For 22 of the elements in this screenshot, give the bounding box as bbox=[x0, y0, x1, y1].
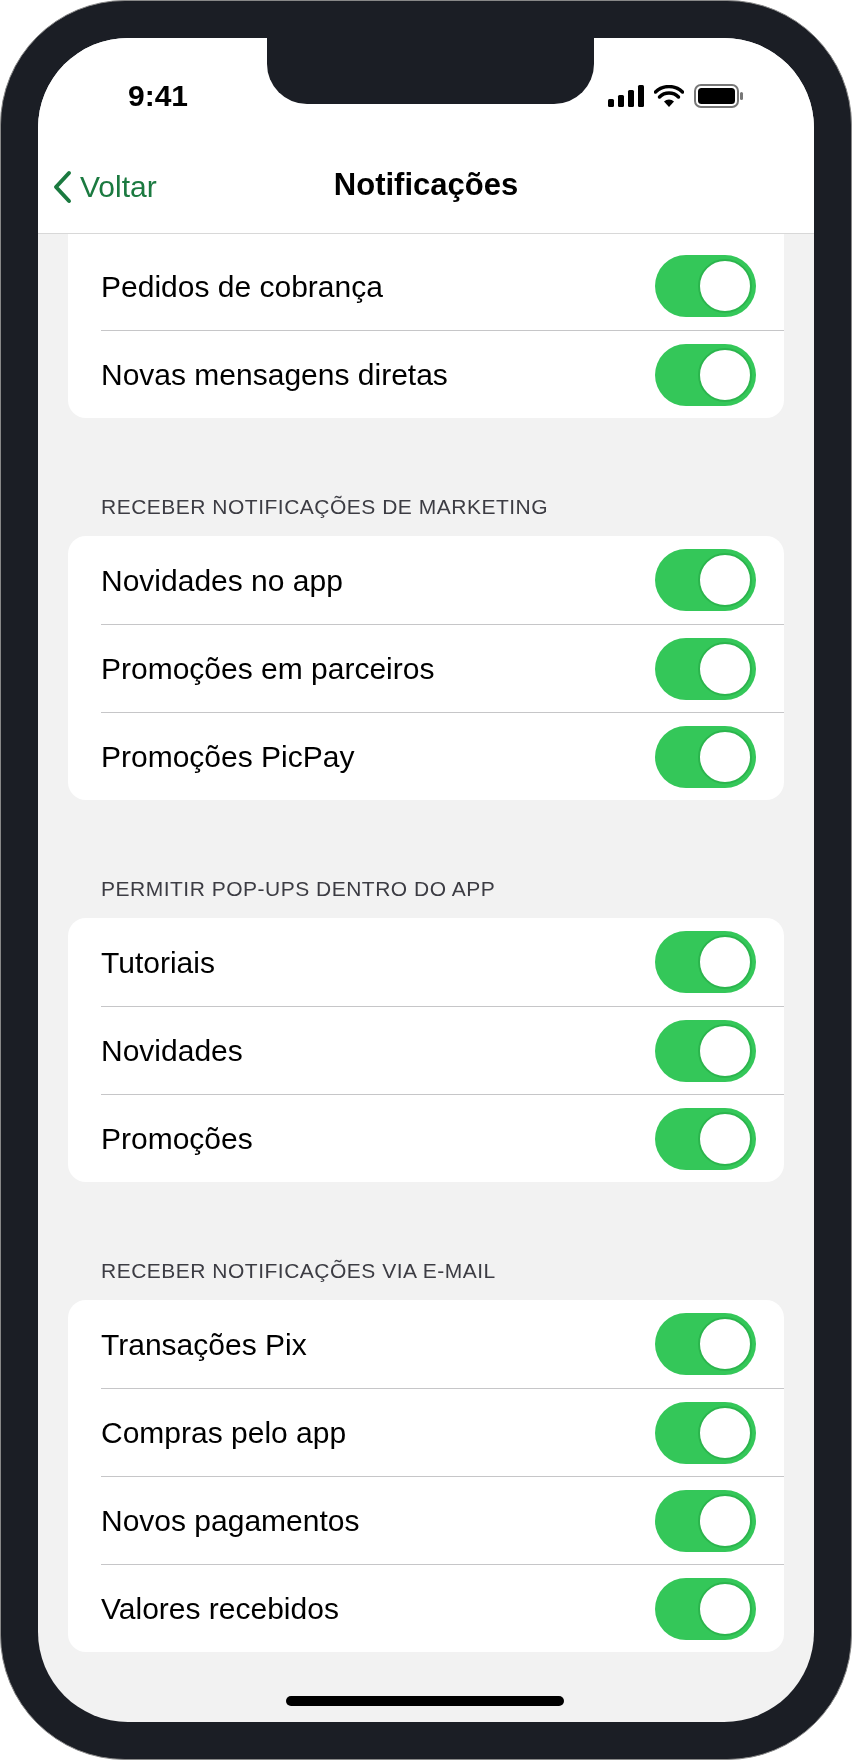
signal-icon bbox=[608, 84, 644, 107]
screen-title: Notificações bbox=[333, 166, 519, 205]
chevron-left-icon bbox=[52, 169, 72, 204]
setting-label: Novidades bbox=[101, 1033, 243, 1069]
setting-label: Promoções em parceiros bbox=[101, 651, 435, 687]
wifi-icon bbox=[654, 84, 684, 107]
setting-label: Tutoriais bbox=[101, 944, 215, 981]
section-header: PERMITIR POP-UPS DENTRO DO APP bbox=[100, 876, 497, 902]
setting-label: Transações Pix bbox=[101, 1326, 307, 1363]
section-header: RECEBER NOTIFICAÇÕES DE MARKETING bbox=[100, 494, 550, 520]
setting-label: Novidades no app bbox=[101, 562, 343, 599]
setting-label: Pedidos de cobrança bbox=[101, 268, 383, 305]
battery-icon bbox=[694, 83, 744, 108]
setting-label: Novos pagamentos bbox=[101, 1503, 360, 1539]
status-time: 9:41 bbox=[128, 78, 189, 114]
setting-label: Novas mensagens diretas bbox=[101, 357, 448, 393]
back-button[interactable]: Voltar bbox=[52, 164, 157, 209]
setting-label: Valores recebidos bbox=[101, 1591, 339, 1627]
setting-label: Promoções bbox=[101, 1121, 253, 1157]
setting-label: Compras pelo app bbox=[101, 1415, 347, 1451]
section-header: RECEBER NOTIFICAÇÕES VIA E-MAIL bbox=[100, 1258, 497, 1284]
setting-label: Promoções PicPay bbox=[101, 739, 355, 775]
